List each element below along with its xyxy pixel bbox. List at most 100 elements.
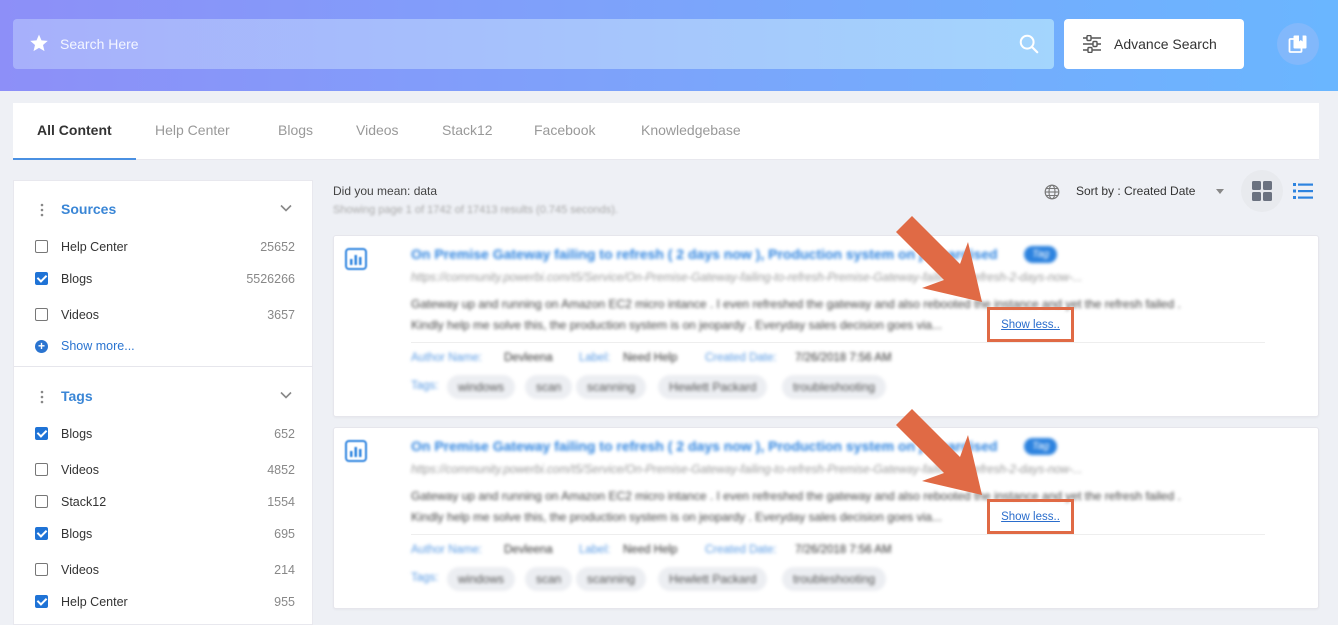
- did-you-mean[interactable]: Did you mean: data: [333, 184, 437, 198]
- show-less-link[interactable]: Show less..: [1001, 319, 1060, 331]
- chevron-down-icon[interactable]: [280, 389, 292, 401]
- source-option-videos[interactable]: Videos 3657: [35, 306, 295, 324]
- source-label: Videos: [61, 308, 99, 322]
- result-url[interactable]: https://community.powerbi.com/t5/Service…: [411, 464, 1082, 476]
- result-description: Gateway up and running on Amazon EC2 mic…: [411, 294, 1271, 336]
- tags-title: Tags: [61, 388, 93, 404]
- show-more-link[interactable]: + Show more...: [35, 339, 135, 353]
- result-title[interactable]: On Premise Gateway failing to refresh ( …: [411, 246, 998, 262]
- tab-facebook[interactable]: Facebook: [534, 103, 595, 160]
- tag-chip[interactable]: windows: [447, 567, 516, 591]
- tag-option-stack12[interactable]: Stack12 1554: [35, 493, 295, 511]
- description-line: Gateway up and running on Amazon EC2 mic…: [411, 297, 1181, 311]
- source-label: Blogs: [61, 272, 93, 286]
- result-url[interactable]: https://community.powerbi.com/t5/Service…: [411, 272, 1082, 284]
- tag-chip[interactable]: scanning: [576, 375, 647, 399]
- show-less-link[interactable]: Show less..: [1001, 511, 1060, 523]
- chevron-down-icon[interactable]: [280, 202, 292, 214]
- tag-label: Stack12: [61, 495, 107, 509]
- author-key: Author Name:: [411, 352, 482, 364]
- tag-option-blogs[interactable]: Blogs 695: [35, 525, 295, 543]
- checkbox[interactable]: [35, 527, 48, 540]
- tab-all-content[interactable]: All Content: [13, 103, 136, 160]
- checkbox[interactable]: [35, 427, 48, 440]
- globe-icon: [1044, 184, 1060, 200]
- tag-chip[interactable]: scan: [525, 375, 573, 399]
- source-count: 5526266: [246, 272, 295, 286]
- checkbox[interactable]: [35, 595, 48, 608]
- tab-stack12[interactable]: Stack12: [442, 103, 493, 160]
- tag-option-videos[interactable]: Videos 4852: [35, 461, 295, 479]
- bookmark-stack-icon: [1288, 35, 1307, 53]
- caret-down-icon[interactable]: [1216, 189, 1224, 194]
- source-count: 25652: [260, 240, 295, 254]
- source-option-blogs[interactable]: Blogs 5526266: [35, 270, 295, 288]
- label-value: Need Help: [623, 352, 678, 364]
- author-value: Devleena: [504, 352, 553, 364]
- divider: [411, 342, 1265, 343]
- search-icon[interactable]: [1018, 33, 1040, 55]
- tab-videos[interactable]: Videos: [356, 103, 399, 160]
- sources-title: Sources: [61, 201, 117, 217]
- checkbox[interactable]: [35, 563, 48, 576]
- drag-handle-icon[interactable]: [39, 389, 45, 405]
- show-less-highlight[interactable]: Show less..: [987, 499, 1074, 534]
- search-bar[interactable]: [13, 19, 1054, 69]
- tag-count: 1554: [267, 495, 295, 509]
- results-summary: Showing page 1 of 1742 of 17413 results …: [333, 204, 618, 216]
- description-line: Kindly help me solve this, the productio…: [411, 510, 942, 524]
- tag-chip[interactable]: troubleshooting: [782, 567, 887, 591]
- advance-search-button[interactable]: Advance Search: [1064, 19, 1244, 69]
- checkbox[interactable]: [35, 240, 48, 253]
- tag-label: Blogs: [61, 527, 93, 541]
- tag-count: 695: [274, 527, 295, 541]
- checkbox[interactable]: [35, 463, 48, 476]
- label-key: Label:: [579, 544, 611, 556]
- checkbox[interactable]: [35, 272, 48, 285]
- tag-chip[interactable]: Hewlett Packard: [658, 567, 768, 591]
- result-title[interactable]: On Premise Gateway failing to refresh ( …: [411, 438, 998, 454]
- tag-option-blogs[interactable]: Blogs 652: [35, 425, 295, 443]
- date-value: 7/26/2018 7:56 AM: [795, 544, 892, 556]
- tag-chip[interactable]: scan: [525, 567, 573, 591]
- tag-badge: Tag: [1024, 438, 1058, 455]
- star-icon[interactable]: [29, 33, 49, 53]
- checkbox[interactable]: [35, 495, 48, 508]
- tags-key: Tags:: [411, 572, 439, 584]
- author-key: Author Name:: [411, 544, 482, 556]
- tag-option-help-center[interactable]: Help Center 955: [35, 593, 295, 611]
- source-count: 3657: [267, 308, 295, 322]
- source-label: Help Center: [61, 240, 128, 254]
- advance-search-label: Advance Search: [1114, 36, 1217, 52]
- tag-chip[interactable]: Hewlett Packard: [658, 375, 768, 399]
- tab-blogs[interactable]: Blogs: [278, 103, 313, 160]
- date-key: Created Date:: [705, 544, 777, 556]
- tab-help-center[interactable]: Help Center: [155, 103, 230, 160]
- checkbox[interactable]: [35, 308, 48, 321]
- plus-circle-icon: +: [35, 339, 48, 353]
- tag-label: Videos: [61, 563, 99, 577]
- tag-count: 652: [274, 427, 295, 441]
- label-value: Need Help: [623, 544, 678, 556]
- result-card: On Premise Gateway failing to refresh ( …: [333, 235, 1319, 417]
- tab-knowledgebase[interactable]: Knowledgebase: [641, 103, 741, 160]
- grid-icon: [1252, 181, 1272, 201]
- sort-dropdown[interactable]: Sort by : Created Date: [1076, 184, 1195, 198]
- tag-chip[interactable]: troubleshooting: [782, 375, 887, 399]
- list-view-icon[interactable]: [1292, 180, 1314, 202]
- tags-facet-header[interactable]: Tags: [14, 387, 312, 407]
- show-more-label: Show more...: [61, 339, 135, 353]
- drag-handle-icon[interactable]: [39, 202, 45, 218]
- result-card: On Premise Gateway failing to refresh ( …: [333, 427, 1319, 609]
- tag-chip[interactable]: windows: [447, 375, 516, 399]
- show-less-highlight[interactable]: Show less..: [987, 307, 1074, 342]
- grid-view-button[interactable]: [1241, 170, 1283, 212]
- tag-option-videos[interactable]: Videos 214: [35, 561, 295, 579]
- tag-chip[interactable]: scanning: [576, 567, 647, 591]
- source-option-help-center[interactable]: Help Center 25652: [35, 238, 295, 256]
- saved-items-button[interactable]: [1277, 23, 1319, 65]
- tag-count: 955: [274, 595, 295, 609]
- sources-facet-header[interactable]: Sources: [14, 200, 312, 220]
- search-input[interactable]: [60, 31, 960, 57]
- content-tabs: All Content Help Center Blogs Videos Sta…: [13, 103, 1319, 160]
